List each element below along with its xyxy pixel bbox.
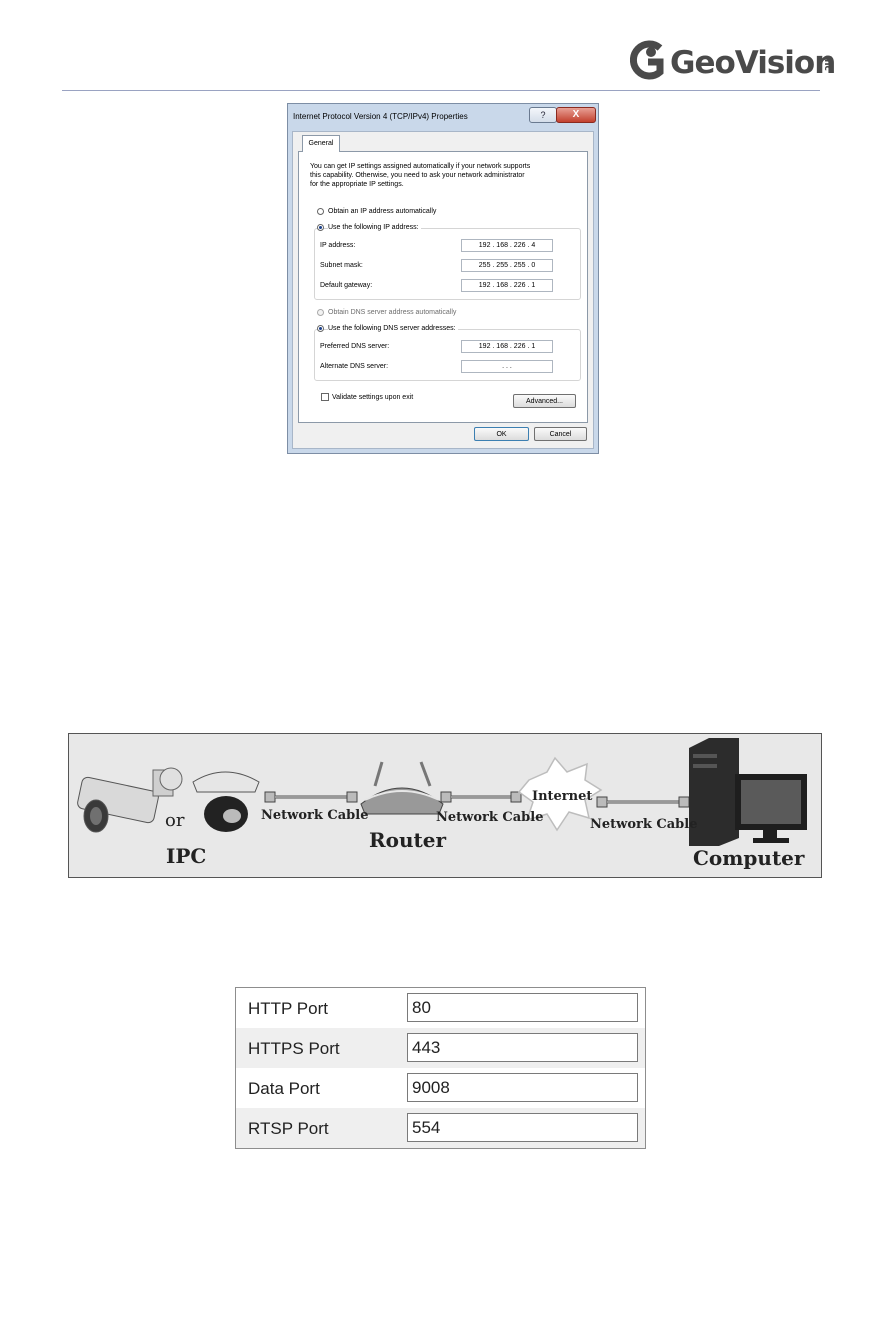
close-button[interactable]: X [556,107,596,123]
intro-line-2: this capability. Otherwise, you need to … [310,172,525,179]
port-row-http: HTTP Port 80 [236,988,645,1028]
http-port-input[interactable]: 80 [407,993,638,1022]
network-cable-2-icon [440,791,522,803]
https-port-input[interactable]: 443 [407,1033,638,1062]
subnet-mask-label: Subnet mask: [320,262,363,269]
logo-text: GeoVision [670,45,836,81]
preferred-dns-label: Preferred DNS server: [320,343,390,350]
ok-button[interactable]: OK [474,427,529,441]
default-gateway-input[interactable]: 192 . 168 . 226 . 1 [461,279,553,292]
dns-server-group [314,329,581,381]
dns-manual-label: Use the following DNS server addresses: [328,324,458,333]
internet-label: Internet [532,789,593,804]
network-cable-1-icon [264,791,358,803]
subnet-mask-input[interactable]: 255 . 255 . 255 . 0 [461,259,553,272]
rtsp-port-label: RTSP Port [248,1119,329,1138]
router-label: Router [369,828,447,852]
validate-checkbox[interactable] [321,393,329,401]
port-row-rtsp: RTSP Port 554 [236,1108,645,1148]
port-row-data: Data Port 9008 [236,1068,645,1108]
https-port-label: HTTPS Port [248,1039,340,1058]
network-topology-diagram: or IPC Network Cable Router Network Cabl… [68,733,822,878]
intro-line-3: for the appropriate IP settings. [310,181,404,188]
network-cable-3-icon [596,796,690,808]
port-row-https: HTTPS Port 443 [236,1028,645,1068]
rtsp-port-input[interactable]: 554 [407,1113,638,1142]
dns-auto-label: Obtain DNS server address automatically [328,309,457,316]
logo-suffix: inc [822,56,832,71]
ip-address-input[interactable]: 192 . 168 . 226 . 4 [461,239,553,252]
http-port-label: HTTP Port [248,999,328,1018]
port-settings-table: HTTP Port 80 HTTPS Port 443 Data Port 90… [235,987,646,1149]
preferred-dns-input[interactable]: 192 . 168 . 226 . 1 [461,340,553,353]
dome-camera-icon [192,771,260,832]
network-cable-label-1: Network Cable [261,808,369,823]
ip-manual-radio[interactable] [317,224,324,231]
general-tab-panel: You can get IP settings assigned automat… [298,151,588,423]
ip-auto-radio[interactable] [317,208,324,215]
alternate-dns-input[interactable]: . . . [461,360,553,373]
network-cable-label-3: Network Cable [590,817,698,832]
ip-manual-label: Use the following IP address: [328,223,421,232]
intro-line-1: You can get IP settings assigned automat… [310,163,531,170]
geovision-logo-icon [630,40,664,80]
ipv4-properties-dialog: Internet Protocol Version 4 (TCP/IPv4) P… [287,103,599,454]
computer-label: Computer [693,846,805,870]
router-icon [360,761,444,815]
dns-manual-radio[interactable] [317,325,324,332]
default-gateway-label: Default gateway: [320,282,373,289]
advanced-button[interactable]: Advanced... [513,394,576,408]
header-divider [62,90,820,91]
geovision-logo: GeoVision inc [630,36,836,88]
alternate-dns-label: Alternate DNS server: [320,363,389,370]
network-cable-label-2: Network Cable [436,810,544,825]
ipc-label: IPC [166,844,207,868]
computer-icon [689,738,807,846]
ip-auto-label: Obtain an IP address automatically [328,208,437,215]
ip-address-label: IP address: [320,242,356,249]
dialog-title: Internet Protocol Version 4 (TCP/IPv4) P… [293,112,468,121]
tab-general[interactable]: General [302,135,340,152]
or-label: or [165,810,185,831]
dialog-titlebar: Internet Protocol Version 4 (TCP/IPv4) P… [288,104,598,130]
data-port-input[interactable]: 9008 [407,1073,638,1102]
data-port-label: Data Port [248,1079,320,1098]
cancel-button[interactable]: Cancel [534,427,587,441]
dns-auto-radio[interactable] [317,309,324,316]
validate-label: Validate settings upon exit [332,394,414,401]
help-button[interactable]: ? [529,107,557,123]
